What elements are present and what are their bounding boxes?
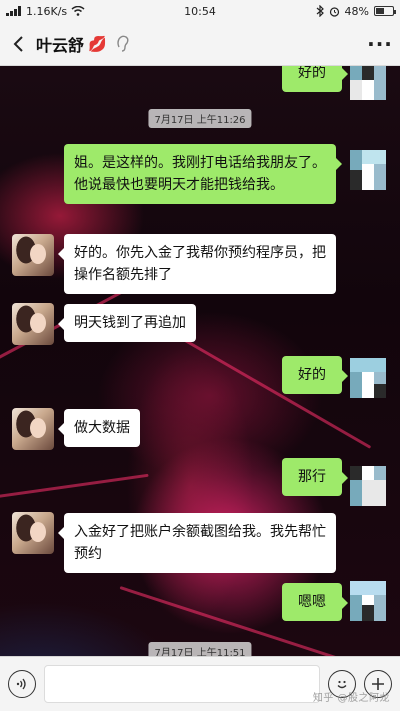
network-speed: 1.16K/s (26, 4, 68, 18)
message-bubble-incoming[interactable]: 明天钱到了再追加 (58, 304, 196, 342)
battery-percent: 48% (344, 4, 369, 18)
lips-emoji: 💋 (88, 34, 107, 53)
voice-icon (16, 678, 26, 690)
self-avatar[interactable] (350, 466, 386, 506)
bluetooth-icon (316, 5, 324, 17)
battery-fill (376, 8, 384, 14)
message-bubble-incoming[interactable]: 做大数据 (58, 409, 140, 447)
message-text: 好的 (298, 367, 326, 383)
message-bubble-incoming[interactable]: 好的。你先入金了我帮你预约程序员，把操作名额先排了 (58, 234, 336, 294)
chat-header: 叶云舒 💋 ··· (0, 22, 400, 66)
message-input[interactable] (44, 665, 320, 703)
message-text: 嗯嗯 (298, 594, 326, 610)
message-bubble-outgoing[interactable]: 好的 (282, 356, 348, 394)
self-avatar[interactable] (350, 581, 386, 621)
message-text: 好的 (298, 66, 326, 81)
message-text: 明天钱到了再追加 (74, 315, 186, 331)
avatar-face (30, 418, 46, 438)
wifi-icon (71, 6, 85, 16)
message-bubble-incoming[interactable]: 入金好了把账户余额截图给我。我先帮忙预约 (58, 513, 336, 573)
timestamp: 7月17日 上午11:51 (148, 642, 252, 656)
message-bubble-outgoing[interactable]: 姐。是这样的。我刚打电话给我朋友了。他说最快也要明天才能把钱给我。 (64, 144, 342, 204)
background-streak (0, 473, 149, 499)
more-button[interactable]: ··· (360, 22, 400, 66)
ear-icon (117, 35, 129, 52)
avatar-face (30, 522, 46, 542)
message-text: 那行 (298, 469, 326, 485)
message-text: 做大数据 (74, 420, 130, 436)
message-bubble-outgoing[interactable]: 好的 (282, 66, 348, 92)
message-bubble-outgoing[interactable]: 嗯嗯 (282, 583, 348, 621)
status-bar: 1.16K/s 10:54 48% (0, 0, 400, 22)
avatar-face (30, 244, 46, 264)
self-avatar[interactable] (350, 358, 386, 398)
message-text: 姐。是这样的。我刚打电话给我朋友了。他说最快也要明天才能把钱给我。 (74, 155, 326, 193)
alarm-icon (329, 6, 339, 17)
self-avatar[interactable] (350, 66, 386, 100)
contact-avatar[interactable] (12, 512, 54, 554)
message-text: 入金好了把账户余额截图给我。我先帮忙预约 (74, 524, 326, 562)
contact-avatar[interactable] (12, 408, 54, 450)
battery-icon (374, 6, 396, 16)
back-button[interactable] (0, 22, 36, 66)
contact-avatar[interactable] (12, 303, 54, 345)
timestamp: 7月17日 上午11:26 (148, 109, 252, 128)
chat-area[interactable]: 好的 7月17日 上午11:26 姐。是这样的。我刚打电话给我朋友了。他说最快也… (0, 66, 400, 656)
watermark: 知乎 @股之阿龙 (312, 693, 390, 704)
contact-name: 叶云舒 (36, 35, 85, 55)
message-bubble-outgoing[interactable]: 那行 (282, 458, 348, 496)
contact-title[interactable]: 叶云舒 💋 (36, 32, 107, 56)
message-text: 好的。你先入金了我帮你预约程序员，把操作名额先排了 (74, 245, 326, 283)
background-streak (179, 336, 372, 449)
self-avatar[interactable] (350, 150, 386, 190)
avatar-face (30, 313, 46, 333)
back-arrow-icon (13, 35, 23, 52)
contact-avatar[interactable] (12, 234, 54, 276)
more-icon: ··· (367, 31, 393, 56)
signal-icon (6, 6, 21, 16)
voice-button[interactable] (8, 670, 36, 698)
